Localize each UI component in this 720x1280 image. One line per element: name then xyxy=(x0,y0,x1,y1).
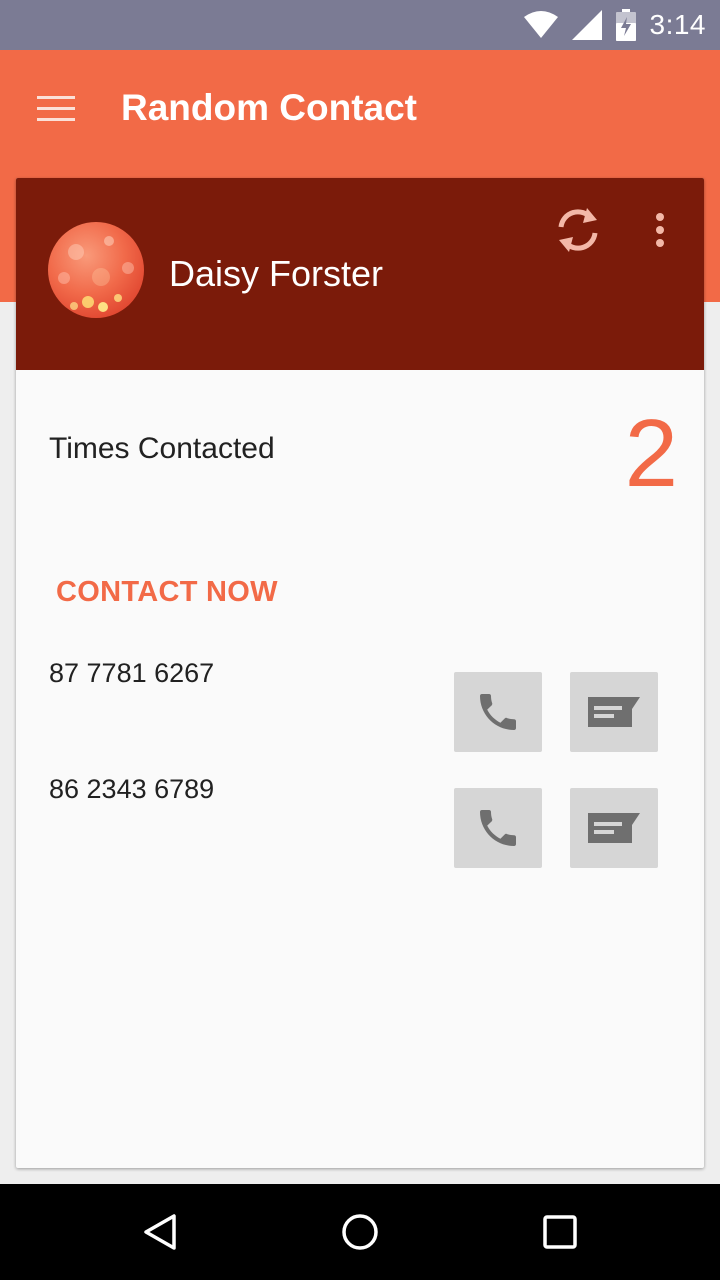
back-icon xyxy=(144,1214,176,1250)
phone-number: 86 2343 6789 xyxy=(49,774,215,804)
times-contacted-value: 2 xyxy=(624,400,678,507)
phone-number: 87 7781 6267 xyxy=(49,658,215,688)
contact-card: Daisy Forster Times Contacted 2 CONTACT … xyxy=(16,178,704,1168)
wifi-icon xyxy=(523,11,558,38)
cell-signal-icon xyxy=(571,10,602,40)
app-title: Random Contact xyxy=(121,87,417,128)
home-icon xyxy=(342,1214,378,1250)
recents-icon xyxy=(543,1215,577,1249)
call-button[interactable] xyxy=(454,788,542,868)
home-button[interactable] xyxy=(324,1198,396,1266)
message-icon xyxy=(588,697,640,727)
status-time: 3:14 xyxy=(649,9,706,40)
refresh-button[interactable] xyxy=(548,200,608,260)
menu-button[interactable] xyxy=(24,82,88,134)
more-vert-icon xyxy=(656,213,664,247)
message-icon xyxy=(588,813,640,843)
status-bar: 3:14 xyxy=(0,0,720,50)
battery-icon xyxy=(615,9,636,41)
status-icons: 3:14 xyxy=(523,0,707,50)
card-header: Daisy Forster xyxy=(16,178,704,370)
message-button[interactable] xyxy=(570,672,658,752)
back-button[interactable] xyxy=(124,1198,196,1266)
refresh-icon xyxy=(558,208,598,252)
hamburger-menu-icon xyxy=(37,96,75,121)
contact-avatar xyxy=(48,222,144,318)
contact-name: Daisy Forster xyxy=(169,253,384,294)
contact-now-heading: CONTACT NOW xyxy=(56,576,278,608)
phone-icon xyxy=(480,694,516,730)
times-contacted-label: Times Contacted xyxy=(49,432,275,465)
phone-icon xyxy=(480,810,516,846)
message-button[interactable] xyxy=(570,788,658,868)
overflow-menu-button[interactable] xyxy=(636,204,684,256)
call-button[interactable] xyxy=(454,672,542,752)
recents-button[interactable] xyxy=(524,1198,596,1266)
navigation-bar xyxy=(0,1184,720,1280)
